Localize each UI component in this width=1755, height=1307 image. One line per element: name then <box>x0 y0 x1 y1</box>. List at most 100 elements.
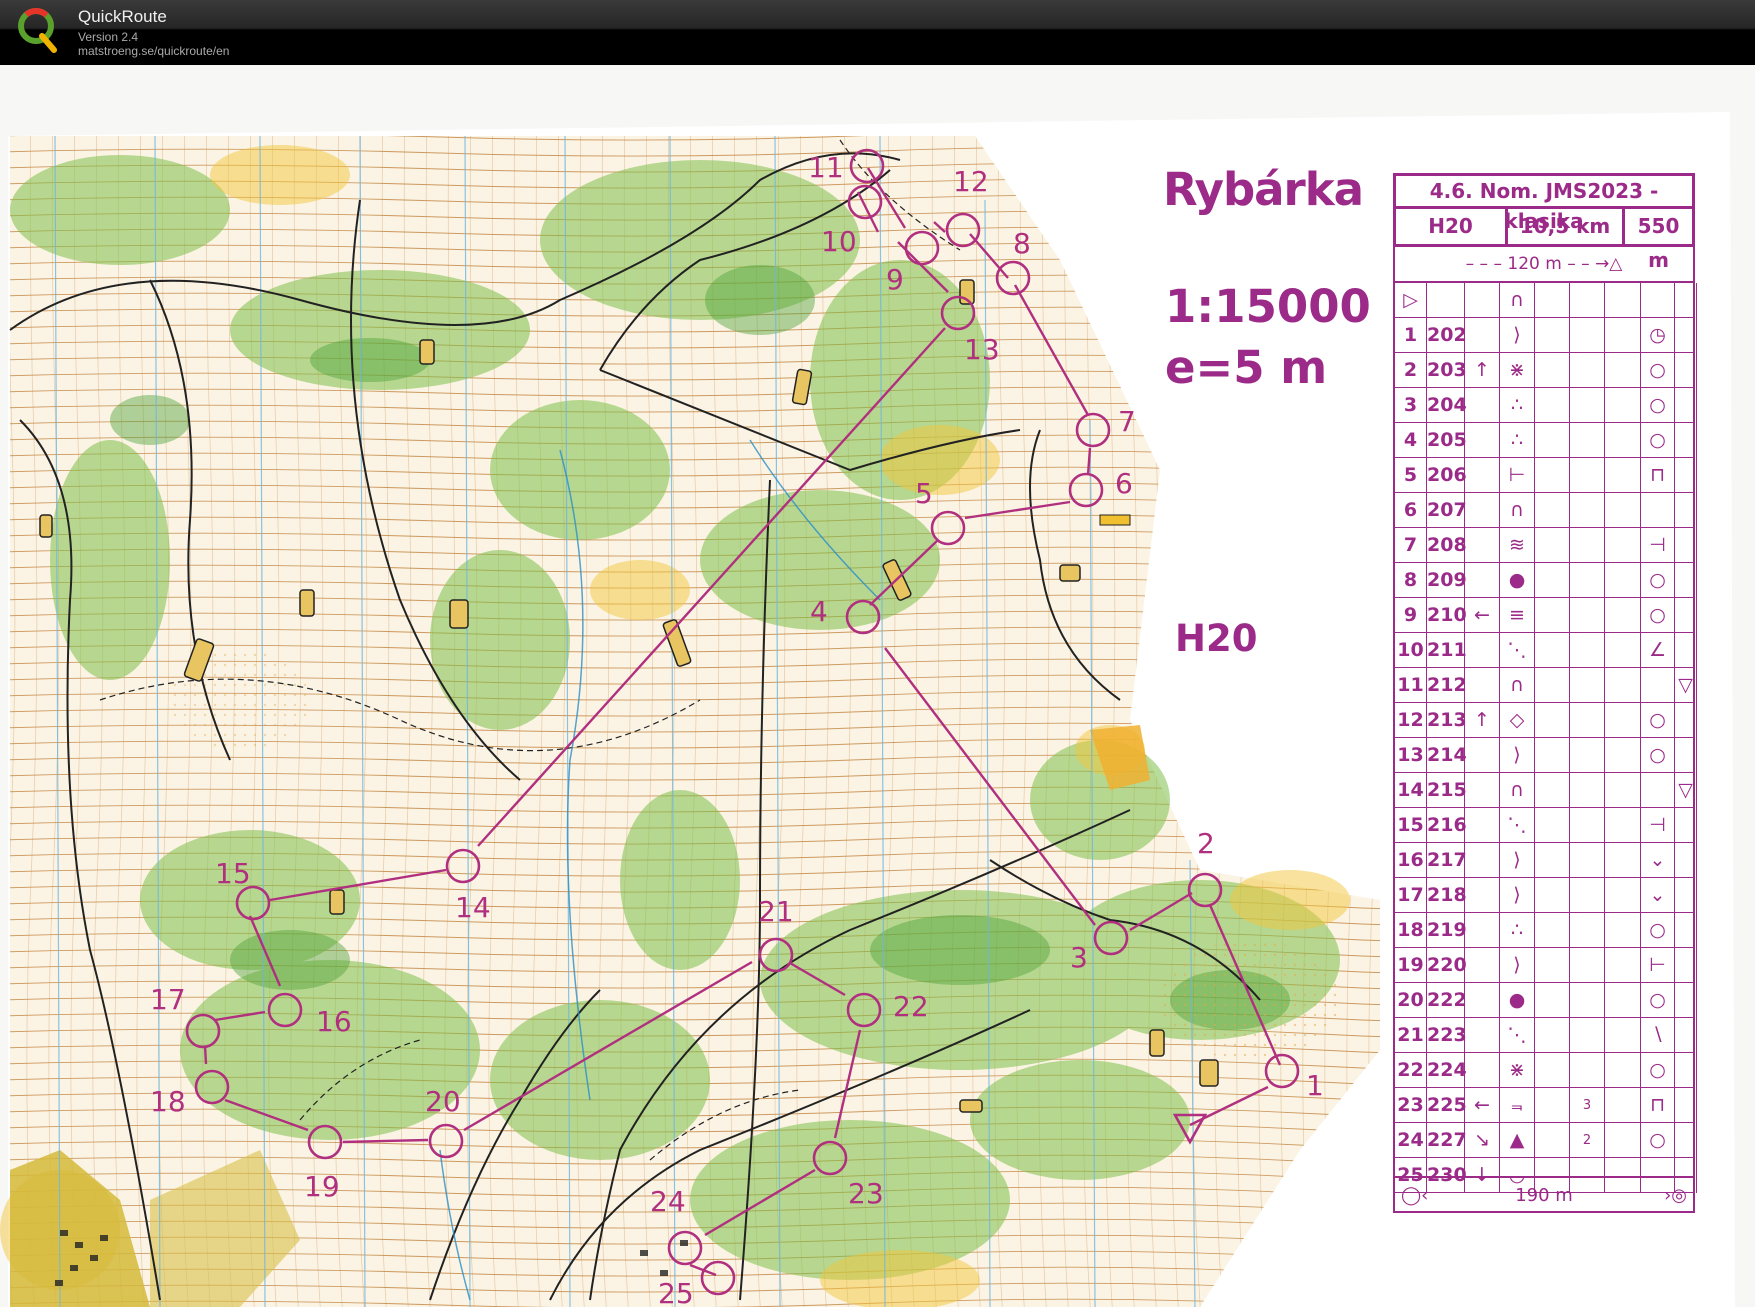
description-cell <box>1605 983 1641 1018</box>
description-cell <box>1535 283 1570 318</box>
position-icon: ○ <box>1641 598 1675 633</box>
position-icon: ○ <box>1641 703 1675 738</box>
control-code: 205 <box>1427 423 1467 458</box>
direction-icon <box>1465 808 1500 843</box>
description-row: 2 203 ↑ ⋇ ○ <box>1393 353 1697 388</box>
direction-icon: ↘ <box>1465 1123 1500 1158</box>
description-cell <box>1605 773 1641 808</box>
description-cell <box>1535 843 1570 878</box>
feature-dimension: 3 <box>1570 1088 1605 1123</box>
other-info-icon <box>1675 563 1697 598</box>
control-sequence-number: 22 <box>1395 1053 1427 1088</box>
map-canvas[interactable]: 1 2 3 4 5 6 7 8 9 10 11 12 13 14 15 16 1… <box>0 65 1755 1307</box>
other-info-icon <box>1675 493 1697 528</box>
position-icon: ○ <box>1641 983 1675 1018</box>
feature-icon: ⋱ <box>1500 1018 1535 1053</box>
description-row: 17 218 ⟩ ⌄ <box>1393 878 1697 913</box>
other-info-icon <box>1675 528 1697 563</box>
other-info-icon <box>1675 738 1697 773</box>
control-code: 213 <box>1427 703 1467 738</box>
control-sequence-number: 15 <box>1395 808 1427 843</box>
feature-dimension <box>1570 913 1605 948</box>
description-cell <box>1535 423 1570 458</box>
control-sequence-number: 18 <box>1395 913 1427 948</box>
feature-icon: ⊢ <box>1500 458 1535 493</box>
control-code: 223 <box>1427 1018 1467 1053</box>
feature-icon: ⋱ <box>1500 808 1535 843</box>
title-bar: QuickRoute Version 2.4 matstroeng.se/qui… <box>0 0 1755 65</box>
event-name: 4.6. Nom. JMS2023 - klasika <box>1393 173 1695 233</box>
feature-icon: ⋇ <box>1500 353 1535 388</box>
description-cell <box>1535 1123 1570 1158</box>
feature-dimension <box>1570 738 1605 773</box>
description-row: 16 217 ⟩ ⌄ <box>1393 843 1697 878</box>
control-sequence-number: 19 <box>1395 948 1427 983</box>
feature-icon: ⟩ <box>1500 948 1535 983</box>
description-cell <box>1535 458 1570 493</box>
description-cell <box>1605 353 1641 388</box>
arrow-to-triangle-icon: – – →△ <box>1561 254 1623 274</box>
control-sequence-number: 13 <box>1395 738 1427 773</box>
description-cell <box>1605 458 1641 493</box>
description-cell <box>1535 948 1570 983</box>
other-info-icon <box>1675 423 1697 458</box>
direction-icon <box>1465 983 1500 1018</box>
description-row: 5 206 ⊢ ⊓ <box>1393 458 1697 493</box>
control-number: 23 <box>848 1177 884 1210</box>
description-cell <box>1605 493 1641 528</box>
description-cell <box>1535 1018 1570 1053</box>
feature-icon: ● <box>1500 983 1535 1018</box>
other-info-icon <box>1675 808 1697 843</box>
feature-dimension <box>1570 458 1605 493</box>
control-code: 214 <box>1427 738 1467 773</box>
dash-arrow-icon: – – – <box>1465 254 1508 274</box>
feature-icon: ∩ <box>1500 773 1535 808</box>
other-info-icon <box>1675 458 1697 493</box>
other-info-icon: ▽ <box>1675 668 1697 703</box>
description-row: 24 227 ↘ ▲ 2 ○ <box>1393 1123 1697 1158</box>
control-code: 216 <box>1427 808 1467 843</box>
description-cell <box>1535 1053 1570 1088</box>
description-row: 14 215 ∩ ▽ <box>1393 773 1697 808</box>
description-cell <box>1427 283 1465 318</box>
control-code: 210 <box>1427 598 1467 633</box>
finish-leg-length: 190 m <box>1515 1185 1573 1206</box>
position-icon: ○ <box>1641 1053 1675 1088</box>
description-cell <box>1535 808 1570 843</box>
control-number: 4 <box>810 595 828 628</box>
position-icon: ⊢ <box>1641 948 1675 983</box>
feature-dimension <box>1570 318 1605 353</box>
other-info-icon <box>1675 598 1697 633</box>
feature-icon: ⋱ <box>1500 633 1535 668</box>
control-number: 3 <box>1070 941 1088 974</box>
other-info-icon <box>1675 1018 1697 1053</box>
direction-icon <box>1465 423 1500 458</box>
position-icon <box>1641 493 1675 528</box>
other-info-icon <box>1675 633 1697 668</box>
control-sequence-number: 4 <box>1395 423 1427 458</box>
start-leg: – – – 120 m – – →△ <box>1393 247 1695 283</box>
control-number: 24 <box>650 1185 686 1218</box>
map-class: H20 <box>1175 617 1258 660</box>
app-version: Version 2.4 <box>78 30 139 44</box>
control-number: 13 <box>964 333 1000 366</box>
direction-icon <box>1465 528 1500 563</box>
control-sequence-number: 6 <box>1395 493 1427 528</box>
description-cell <box>1605 563 1641 598</box>
direction-icon <box>1465 633 1500 668</box>
direction-icon <box>1465 563 1500 598</box>
feature-dimension <box>1570 423 1605 458</box>
description-row: 15 216 ⋱ ⊣ <box>1393 808 1697 843</box>
app-url[interactable]: matstroeng.se/quickroute/en <box>78 44 229 58</box>
position-icon: ⊓ <box>1641 458 1675 493</box>
description-cell <box>1605 388 1641 423</box>
map-scale: 1:15000 <box>1165 280 1371 333</box>
control-number: 20 <box>425 1085 461 1118</box>
position-icon: ○ <box>1641 1123 1675 1158</box>
control-sequence-number: 17 <box>1395 878 1427 913</box>
finish-double-circle-icon: ›◎ <box>1664 1185 1687 1206</box>
feature-icon: ◇ <box>1500 703 1535 738</box>
other-info-icon <box>1675 1053 1697 1088</box>
control-code: 211 <box>1427 633 1467 668</box>
course-class: H20 <box>1393 209 1508 247</box>
